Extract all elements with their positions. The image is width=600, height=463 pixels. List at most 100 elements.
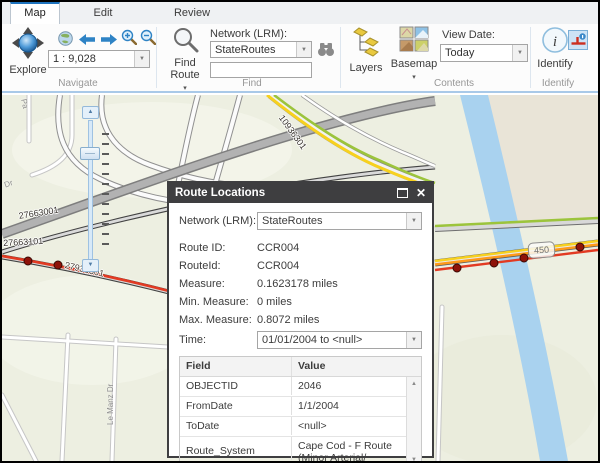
dialog-network-combo[interactable]: StateRoutes ▼: [257, 212, 422, 230]
group-label-contents: Contents: [404, 78, 504, 89]
network-lrm-label: Network (LRM):: [210, 28, 287, 40]
field-row: Route ID: CCR004: [179, 239, 422, 257]
magnifier-icon: [162, 26, 208, 56]
tab-map[interactable]: Map: [10, 2, 60, 24]
maximize-icon[interactable]: [397, 188, 408, 198]
chevron-down-icon: ▾: [183, 85, 187, 92]
table-cell-value: 1/1/2004: [292, 397, 406, 415]
basemap-tiles-icon: [390, 26, 438, 57]
app-window: Map Edit Review Explore: [0, 0, 600, 463]
basemap-button[interactable]: Basemap ▾: [390, 26, 438, 82]
chevron-down-icon[interactable]: ▼: [406, 213, 421, 229]
zoom-slider-up-button[interactable]: ▲: [82, 106, 99, 119]
pan-orb-icon: [6, 26, 50, 63]
svg-text:i: i: [553, 34, 557, 50]
time-label: Time:: [179, 334, 257, 346]
table-cell-field: FromDate: [180, 397, 292, 415]
zoom-slider-track[interactable]: [88, 120, 93, 260]
group-label-identify: Identify: [522, 78, 594, 89]
zoom-slider-handle[interactable]: [80, 147, 100, 160]
table-header-value: Value: [292, 357, 421, 376]
table-cell-value: 2046: [292, 377, 406, 395]
layers-label: Layers: [349, 62, 382, 74]
table-body: OBJECTID 2046 FromDate 1/1/2004 ToDate <…: [180, 377, 406, 463]
field-value: 0.8072 miles: [257, 314, 422, 326]
table-row[interactable]: ToDate <null>: [180, 417, 406, 437]
dialog-network-label: Network (LRM):: [179, 215, 257, 227]
chevron-down-icon[interactable]: ▼: [512, 45, 527, 61]
identify-label: Identify: [537, 58, 572, 70]
explore-label: Explore: [9, 64, 46, 76]
scroll-down-icon[interactable]: ▼: [408, 454, 420, 463]
table-row[interactable]: FromDate 1/1/2004: [180, 397, 406, 417]
chevron-down-icon[interactable]: ▼: [296, 42, 311, 57]
table-scrollbar[interactable]: ▲ ▼: [406, 377, 421, 463]
view-date-combo[interactable]: Today ▼: [440, 44, 528, 62]
tab-edit[interactable]: Edit: [60, 2, 146, 24]
network-lrm-value: StateRoutes: [211, 42, 296, 57]
group-label-find: Find: [212, 78, 292, 89]
street-label: Pa: [19, 98, 30, 109]
scroll-up-icon[interactable]: ▲: [408, 378, 420, 390]
zoom-slider-ticks: [102, 133, 109, 245]
table-header-row: Field Value: [180, 357, 421, 377]
ribbon-tabbar: Map Edit Review: [2, 2, 598, 24]
chevron-down-icon[interactable]: ▼: [406, 332, 421, 348]
map-scale-combo[interactable]: 1 : 9,028 ▼: [48, 50, 150, 68]
group-label-navigate: Navigate: [30, 78, 126, 89]
route-info-icon: [570, 32, 587, 49]
time-value: 01/01/2004 to <null>: [258, 332, 406, 348]
arrow-left-icon[interactable]: [78, 31, 96, 47]
view-date-value: Today: [441, 45, 512, 61]
dialog-body: Network (LRM): StateRoutes ▼ Route ID: C…: [169, 203, 432, 463]
zoom-out-icon[interactable]: [139, 29, 157, 45]
find-route-label-line2: Route: [170, 69, 199, 81]
field-label: RouteId:: [179, 260, 257, 272]
route-search-input[interactable]: [210, 62, 312, 78]
table-cell-value: Cape Cod - F Route (Minor Arterial/ Coll…: [292, 437, 406, 463]
explore-button[interactable]: Explore: [6, 26, 50, 76]
highway-shield: 450: [527, 241, 555, 259]
layers-button[interactable]: Layers: [345, 26, 387, 74]
zoom-in-icon[interactable]: [120, 29, 138, 45]
field-label: Max. Measure:: [179, 314, 257, 326]
find-route-label-line1: Find: [174, 57, 195, 69]
arrow-right-icon[interactable]: [99, 31, 117, 47]
table-header-field: Field: [180, 357, 292, 376]
view-date-label: View Date:: [442, 29, 495, 41]
route-locations-dialog: Route Locations ✕ Network (LRM): StateRo…: [167, 181, 434, 458]
ribbon: Explore: [2, 24, 598, 93]
field-label: Min. Measure:: [179, 296, 257, 308]
globe-icon[interactable]: [56, 30, 74, 46]
field-row: RouteId: CCR004: [179, 257, 422, 275]
field-row: Min. Measure: 0 miles: [179, 293, 422, 311]
binoculars-icon[interactable]: [317, 41, 335, 57]
layers-icon: [345, 26, 387, 61]
identify-route-locations-tool[interactable]: [568, 30, 588, 50]
dialog-title: Route Locations: [175, 187, 397, 199]
time-combo[interactable]: 01/01/2004 to <null> ▼: [257, 331, 422, 349]
field-row: Max. Measure: 0.8072 miles: [179, 311, 422, 329]
find-route-button[interactable]: Find Route ▾: [162, 26, 208, 93]
table-row[interactable]: OBJECTID 2046: [180, 377, 406, 397]
attributes-table: Field Value OBJECTID 2046 FromDate 1/1/2…: [179, 356, 422, 463]
dialog-network-value: StateRoutes: [258, 213, 406, 229]
street-label: Le Manz Dr: [106, 384, 115, 425]
field-value: CCR004: [257, 260, 422, 272]
group-separator: [340, 27, 341, 88]
dialog-titlebar[interactable]: Route Locations ✕: [169, 183, 432, 203]
table-cell-value: <null>: [292, 417, 406, 435]
field-label: Route ID:: [179, 242, 257, 254]
network-lrm-combo[interactable]: StateRoutes ▼: [210, 41, 312, 58]
field-row: Measure: 0.1623178 miles: [179, 275, 422, 293]
table-row[interactable]: Route_System Cape Cod - F Route (Minor A…: [180, 437, 406, 463]
table-cell-field: OBJECTID: [180, 377, 292, 395]
zoom-slider-down-button[interactable]: ▼: [82, 259, 99, 272]
tab-review[interactable]: Review: [146, 2, 238, 24]
chevron-down-icon[interactable]: ▼: [134, 51, 149, 67]
close-icon[interactable]: ✕: [416, 187, 426, 199]
field-value: 0 miles: [257, 296, 422, 308]
map-scale-value: 1 : 9,028: [49, 51, 134, 67]
group-separator: [156, 27, 157, 88]
route-label: 27663101: [3, 236, 44, 248]
